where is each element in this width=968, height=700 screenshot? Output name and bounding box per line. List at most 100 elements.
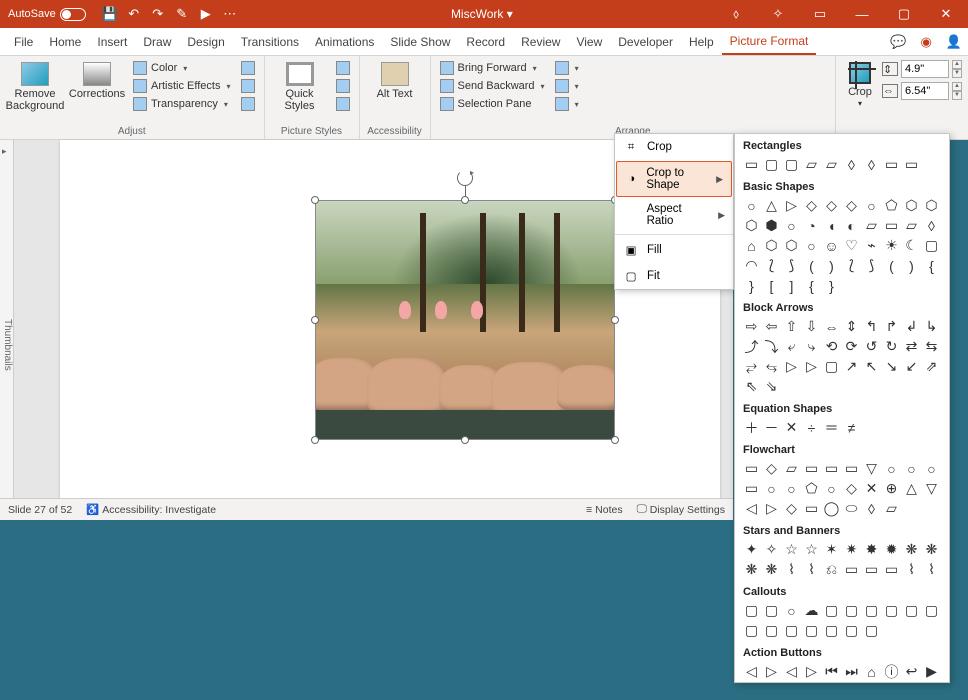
height-field[interactable]: ⇕ ▲▼	[882, 60, 962, 78]
star-shape-10[interactable]: ❋	[743, 561, 760, 578]
flowchart-shape-19[interactable]: ▽	[923, 480, 940, 497]
document-title[interactable]: MiscWork ▾	[246, 7, 718, 21]
arrow-shape-9[interactable]: ↳	[923, 318, 940, 335]
accessibility-status[interactable]: ♿ Accessibility: Investigate	[86, 503, 216, 516]
basic-shape-16[interactable]: ▱	[863, 217, 880, 234]
arrow-shape-4[interactable]: ⇔	[823, 318, 840, 335]
picture-effects-button[interactable]	[333, 78, 353, 94]
rotate-button[interactable]	[552, 96, 582, 112]
basic-shape-37[interactable]: (	[883, 257, 900, 274]
rectangle-shape-1[interactable]: ▢	[763, 156, 780, 173]
alt-text-button[interactable]: Alt Text	[366, 60, 424, 102]
basic-shape-13[interactable]: ◔	[803, 217, 820, 234]
menu-crop-to-shape[interactable]: ◑Crop to Shape▶	[616, 161, 732, 197]
align-button[interactable]	[552, 60, 582, 76]
flowchart-shape-2[interactable]: ▱	[783, 460, 800, 477]
basic-shape-28[interactable]: ☾	[903, 237, 920, 254]
action-shape-8[interactable]: ↩	[903, 663, 920, 680]
flowchart-shape-5[interactable]: ▭	[843, 460, 860, 477]
rectangle-shape-3[interactable]: ▱	[803, 156, 820, 173]
menu-aspect-ratio[interactable]: Aspect Ratio▶	[615, 198, 733, 232]
picture-content[interactable]	[315, 200, 615, 440]
arrow-shape-11[interactable]: ⤵	[763, 338, 780, 355]
compress-button[interactable]	[238, 60, 258, 76]
callout-shape-6[interactable]: ▢	[863, 602, 880, 619]
basic-shape-41[interactable]: [	[763, 277, 780, 294]
flowchart-shape-22[interactable]: ◇	[783, 500, 800, 517]
basic-shape-34[interactable]: )	[823, 257, 840, 274]
action-shape-9[interactable]: ▶	[923, 663, 940, 680]
equation-shape-3[interactable]: ÷	[803, 419, 820, 436]
arrow-shape-21[interactable]: ⥃	[763, 358, 780, 375]
arrow-shape-6[interactable]: ↰	[863, 318, 880, 335]
callout-shape-14[interactable]: ▢	[823, 622, 840, 639]
ribbon-display-icon[interactable]: ▭	[802, 0, 838, 28]
action-shape-3[interactable]: ▷	[803, 663, 820, 680]
rectangle-shape-2[interactable]: ▢	[783, 156, 800, 173]
basic-shape-23[interactable]: ○	[803, 237, 820, 254]
basic-shape-39[interactable]: {	[923, 257, 940, 274]
basic-shape-0[interactable]: ○	[743, 197, 760, 214]
arrow-shape-2[interactable]: ⇧	[783, 318, 800, 335]
arrow-shape-13[interactable]: ⤷	[803, 338, 820, 355]
equation-shape-0[interactable]: ＋	[743, 419, 760, 436]
thumbnails-pane[interactable]: ▸ Thumbnails	[0, 140, 14, 520]
rectangle-shape-7[interactable]: ▭	[883, 156, 900, 173]
tab-view[interactable]: View	[568, 30, 610, 54]
flowchart-shape-1[interactable]: ◇	[763, 460, 780, 477]
arrow-shape-25[interactable]: ↗	[843, 358, 860, 375]
action-shape-5[interactable]: ⏭	[843, 663, 860, 680]
tab-animations[interactable]: Animations	[307, 30, 382, 54]
arrow-shape-28[interactable]: ↙	[903, 358, 920, 375]
basic-shape-18[interactable]: ▱	[903, 217, 920, 234]
maximize-button[interactable]: ▢	[886, 0, 922, 28]
action-shape-0[interactable]: ◁	[743, 663, 760, 680]
basic-shape-14[interactable]: ◖	[823, 217, 840, 234]
basic-shape-25[interactable]: ♡	[843, 237, 860, 254]
arrow-shape-7[interactable]: ↱	[883, 318, 900, 335]
menu-fit[interactable]: ▢Fit	[615, 263, 733, 289]
tab-help[interactable]: Help	[681, 30, 722, 54]
basic-shape-7[interactable]: ⬠	[883, 197, 900, 214]
autosave-toggle[interactable]: AutoSave	[0, 8, 94, 21]
callout-shape-16[interactable]: ▢	[863, 622, 880, 639]
arrow-shape-14[interactable]: ⟲	[823, 338, 840, 355]
callout-shape-2[interactable]: ○	[783, 602, 800, 619]
transparency-button[interactable]: Transparency	[130, 96, 234, 112]
flowchart-shape-14[interactable]: ○	[823, 480, 840, 497]
group-button[interactable]	[552, 78, 582, 94]
basic-shape-29[interactable]: ▢	[923, 237, 940, 254]
arrow-shape-5[interactable]: ⇕	[843, 318, 860, 335]
share-icon[interactable]: 👤	[946, 34, 962, 50]
send-backward-button[interactable]: Send Backward	[437, 78, 548, 94]
tab-home[interactable]: Home	[41, 30, 89, 54]
width-input[interactable]	[901, 82, 949, 100]
flowchart-shape-24[interactable]: ◯	[823, 500, 840, 517]
callout-shape-4[interactable]: ▢	[823, 602, 840, 619]
flowchart-shape-20[interactable]: ◁	[743, 500, 760, 517]
flowchart-shape-11[interactable]: ○	[763, 480, 780, 497]
corrections-button[interactable]: Corrections	[68, 60, 126, 102]
flowchart-shape-3[interactable]: ▭	[803, 460, 820, 477]
arrow-shape-10[interactable]: ⤴	[743, 338, 760, 355]
resize-handle-w[interactable]	[311, 316, 319, 324]
reset-picture-button[interactable]	[238, 96, 258, 112]
flowchart-shape-27[interactable]: ▱	[883, 500, 900, 517]
basic-shape-40[interactable]: }	[743, 277, 760, 294]
resize-handle-nw[interactable]	[311, 196, 319, 204]
shape-gallery[interactable]: Rectangles ▭▢▢▱▱◊◊▭▭ Basic Shapes ○△▷◇◇◇…	[734, 133, 950, 683]
star-shape-17[interactable]: ▭	[883, 561, 900, 578]
arrow-shape-16[interactable]: ↺	[863, 338, 880, 355]
callout-shape-7[interactable]: ▢	[883, 602, 900, 619]
star-shape-8[interactable]: ❋	[903, 541, 920, 558]
arrow-shape-12[interactable]: ⤶	[783, 338, 800, 355]
equation-shape-2[interactable]: ✕	[783, 419, 800, 436]
star-shape-15[interactable]: ▭	[843, 561, 860, 578]
resize-handle-n[interactable]	[461, 196, 469, 204]
tab-review[interactable]: Review	[513, 30, 568, 54]
basic-shape-20[interactable]: ⌂	[743, 237, 760, 254]
callout-shape-1[interactable]: ▢	[763, 602, 780, 619]
flowchart-shape-15[interactable]: ◇	[843, 480, 860, 497]
callout-shape-10[interactable]: ▢	[743, 622, 760, 639]
arrow-shape-26[interactable]: ↖	[863, 358, 880, 375]
